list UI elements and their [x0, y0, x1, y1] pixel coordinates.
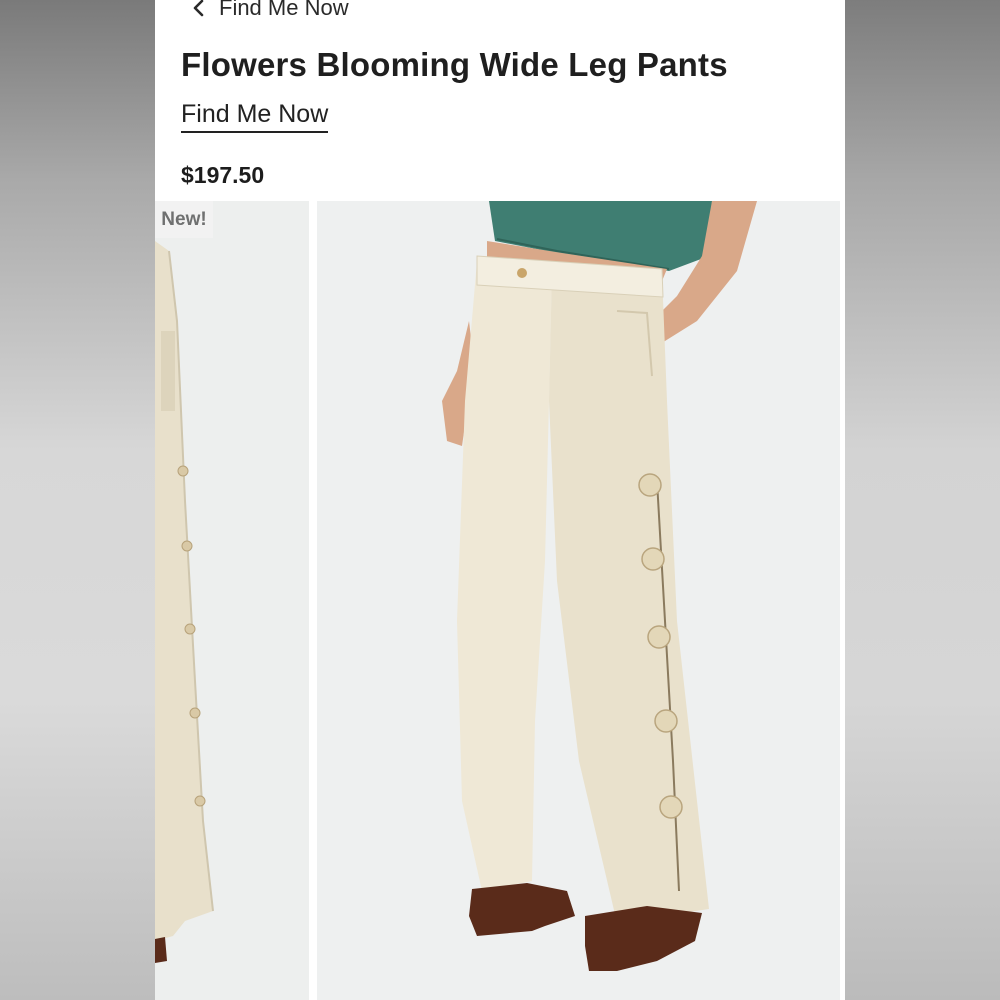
product-main-image[interactable] [317, 201, 840, 1000]
back-nav[interactable]: Find Me Now [191, 0, 349, 22]
product-title: Flowers Blooming Wide Leg Pants [181, 46, 728, 83]
brand-link[interactable]: Find Me Now [181, 100, 329, 133]
product-price: $197.50 [181, 162, 265, 188]
pants-illustration [317, 201, 840, 1000]
new-badge: New! [155, 201, 213, 238]
chevron-left-icon [193, 0, 204, 17]
product-thumbnail-side[interactable] [155, 201, 309, 1000]
back-label: Find Me Now [219, 0, 349, 20]
backdrop-right [845, 0, 1000, 1000]
side-view-illustration [155, 201, 309, 1000]
backdrop-left [0, 0, 155, 1000]
product-panel: Find Me Now Flowers Blooming Wide Leg Pa… [155, 0, 845, 1000]
